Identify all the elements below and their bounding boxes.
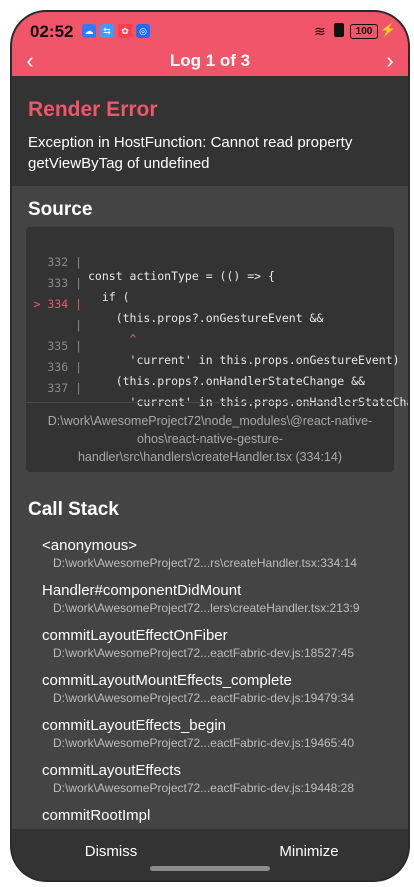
frame-location: D:\work\AwesomeProject72...eactFabric-de…: [53, 691, 355, 705]
call-stack-heading: Call Stack: [28, 499, 119, 520]
frame-function: commitRootImpl: [42, 807, 151, 824]
minimize-button[interactable]: Minimize: [210, 843, 408, 860]
phone-screen: 02:52 ☁ ⇆ ✿ ◎ ≋ 100 ⚡ ‹ Log 1 of 3 › Ren…: [12, 12, 408, 880]
frame-location: D:\work\AwesomeProject72...eactFabric-de…: [53, 646, 355, 660]
charging-icon: ⚡: [380, 22, 397, 37]
code-line: 336 | (this.props?.onHandlerStateChange …: [26, 346, 394, 388]
frame-function: commitLayoutEffects_begin: [42, 717, 226, 734]
usb-icon: ⇆: [100, 24, 114, 38]
code-line: 337 | 'current' in this.props.onHandlerS…: [26, 367, 408, 409]
stack-frame[interactable]: commitLayoutEffects D:\work\AwesomeProje…: [42, 762, 392, 795]
frame-location: D:\work\AwesomeProject72...rs\createHand…: [53, 556, 357, 570]
frame-function: commitLayoutMountEffects_complete: [42, 672, 292, 689]
battery-level: 100: [355, 26, 373, 37]
code-line: 335 | 'current' in this.props.onGestureE…: [26, 325, 408, 367]
code-line-highlighted: > 334 | (this.props?.onGestureEvent &&: [26, 283, 394, 325]
source-heading: Source: [28, 199, 93, 220]
frame-location: D:\work\AwesomeProject72...lers\createHa…: [53, 601, 360, 615]
header-bar: 02:52 ☁ ⇆ ✿ ◎ ≋ 100 ⚡ ‹ Log 1 of 3 ›: [12, 12, 408, 76]
error-title: Render Error: [28, 98, 158, 121]
home-indicator[interactable]: [150, 866, 270, 871]
line-number: 337 |: [47, 381, 82, 395]
source-file-path: D:\work\AwesomeProject72\node_modules\@r…: [47, 414, 373, 464]
log-title: Log 1 of 3: [169, 51, 251, 70]
source-code-box[interactable]: 332 | const actionType = (() => { 333 | …: [26, 227, 408, 472]
next-log-button[interactable]: ›: [378, 48, 402, 74]
app-icon: ◎: [136, 24, 150, 38]
cloud-icon: ☁: [82, 24, 96, 38]
code-line: 333 | if (: [26, 262, 394, 304]
frame-function: commitLayoutEffectOnFiber: [42, 627, 228, 644]
frame-function: Handler#componentDidMount: [42, 582, 242, 599]
status-bar: 02:52 ☁ ⇆ ✿ ◎ ≋ 100 ⚡: [12, 12, 408, 50]
code-line-caret: | ^: [26, 304, 394, 346]
footer-bar: Dismiss Minimize: [12, 829, 408, 880]
wifi-icon: ≋: [314, 23, 326, 39]
stack-frame[interactable]: commitLayoutEffects_begin D:\work\Awesom…: [42, 717, 392, 750]
status-time: 02:52: [30, 22, 74, 41]
error-message: Exception in HostFunction: Cannot read p…: [28, 134, 353, 172]
error-summary: Render Error Exception in HostFunction: …: [12, 76, 408, 186]
frame-function: <anonymous>: [42, 537, 138, 554]
dismiss-button[interactable]: Dismiss: [12, 843, 210, 860]
huawei-icon: ✿: [118, 24, 132, 38]
frame-function: commitLayoutEffects: [42, 762, 181, 779]
stack-frame[interactable]: <anonymous> D:\work\AwesomeProject72...r…: [42, 537, 392, 570]
frame-location: D:\work\AwesomeProject72...eactFabric-de…: [53, 736, 355, 750]
divider: [26, 402, 394, 403]
stack-frame[interactable]: commitRootImpl: [42, 807, 392, 824]
stack-frame[interactable]: Handler#componentDidMount D:\work\Awesom…: [42, 582, 392, 615]
silent-icon: [334, 23, 344, 37]
stack-frame[interactable]: commitLayoutEffectOnFiber D:\work\Awesom…: [42, 627, 392, 660]
stack-frame[interactable]: commitLayoutMountEffects_complete D:\wor…: [42, 672, 392, 705]
frame-location: D:\work\AwesomeProject72...eactFabric-de…: [53, 781, 355, 795]
battery-icon: 100: [350, 24, 378, 39]
code-line: 332 | const actionType = (() => {: [26, 241, 394, 283]
